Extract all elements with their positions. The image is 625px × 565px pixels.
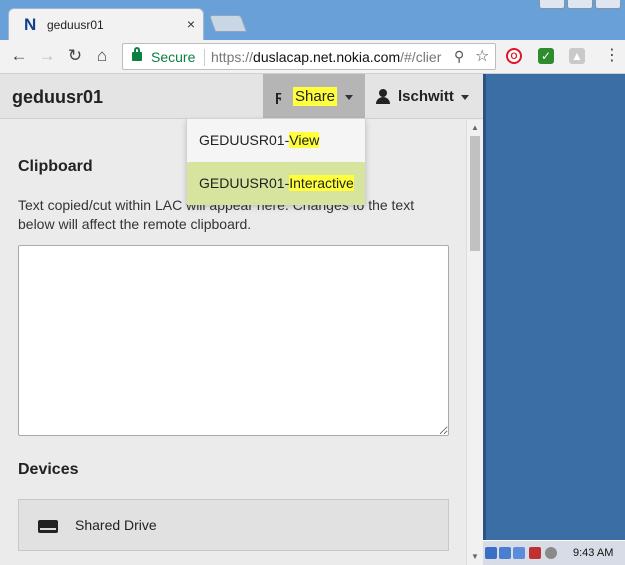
window-controls xyxy=(537,0,621,9)
devices-title: Devices xyxy=(18,461,79,478)
new-tab-button[interactable] xyxy=(208,15,248,32)
network-error-icon[interactable] xyxy=(529,547,541,559)
menu-item-view[interactable]: GEDUUSR01-View xyxy=(187,119,365,162)
address-bar[interactable]: Secure https://duslacap.net.nokia.com/#/… xyxy=(122,43,496,70)
bookmark-star-icon[interactable]: ☆ xyxy=(475,46,489,66)
maximize-button[interactable] xyxy=(567,0,593,9)
taskbar-clock[interactable]: 9:43 AM xyxy=(573,547,613,559)
opera-extension-icon[interactable]: O xyxy=(506,48,522,64)
minimize-button[interactable] xyxy=(539,0,565,9)
back-arrow-icon[interactable]: ← xyxy=(8,45,30,67)
chevron-down-icon xyxy=(461,95,469,100)
address-divider xyxy=(204,49,205,66)
drive-icon xyxy=(38,520,58,533)
system-tray: 9:43 AM xyxy=(483,540,625,565)
forward-arrow-icon[interactable]: → xyxy=(36,45,58,67)
user-label: lschwitt xyxy=(398,88,454,105)
scrollbar-thumb[interactable] xyxy=(470,136,480,251)
scroll-up-icon[interactable]: ▲ xyxy=(471,123,479,132)
secure-label: Secure xyxy=(151,49,196,65)
browser-titlebar: N geduusr01 × xyxy=(0,0,625,40)
menu-item-prefix: GEDUUSR01- xyxy=(199,175,290,191)
lock-icon xyxy=(132,47,142,61)
page-title: geduusr01 xyxy=(12,87,104,107)
browser-menu-icon[interactable]: ⋮ xyxy=(604,46,620,66)
clipboard-title: Clipboard xyxy=(18,158,93,175)
home-icon[interactable]: ⌂ xyxy=(91,45,113,67)
network-icon[interactable] xyxy=(513,547,525,559)
menu-item-prefix: GEDUUSR01- xyxy=(199,132,290,148)
device-label: Shared Drive xyxy=(75,517,157,533)
url-scheme: https:// xyxy=(211,49,254,65)
url-host: duslacap.net.nokia.com xyxy=(253,49,401,65)
clipboard-textarea[interactable] xyxy=(18,245,449,436)
close-window-button[interactable] xyxy=(595,0,621,9)
share-button[interactable]: ϝ Share xyxy=(263,74,365,119)
device-item-shared-drive[interactable]: Shared Drive xyxy=(18,499,449,551)
share-branch-icon: ϝ xyxy=(275,88,282,105)
volume-icon[interactable] xyxy=(545,547,557,559)
menu-item-suffix: View xyxy=(289,132,320,148)
scroll-down-icon[interactable]: ▼ xyxy=(471,552,479,561)
pdf-extension-icon[interactable]: ▲ xyxy=(569,48,585,64)
app-header: geduusr01 ϝ Share lschwitt xyxy=(0,74,483,119)
url-text[interactable]: https://duslacap.net.nokia.com/#/clier xyxy=(211,49,446,65)
nokia-favicon-icon: N xyxy=(24,15,37,34)
close-tab-icon[interactable]: × xyxy=(187,16,195,32)
user-icon xyxy=(376,89,390,104)
key-icon[interactable]: ⚲ xyxy=(454,48,464,65)
url-path: /#/clier xyxy=(400,49,442,65)
clipboard-extension-icon[interactable]: ✓ xyxy=(538,48,554,64)
browser-toolbar: ← → ↻ ⌂ Secure https://duslacap.net.noki… xyxy=(0,40,625,74)
chevron-down-icon xyxy=(345,95,353,100)
network-icon[interactable] xyxy=(499,547,511,559)
share-dropdown-menu: GEDUUSR01-View GEDUUSR01-Interactive xyxy=(186,118,366,205)
content-scrollbar[interactable]: ▲ ▼ xyxy=(466,120,483,565)
window-border xyxy=(483,74,486,565)
tray-app-icon[interactable] xyxy=(485,547,497,559)
share-label: Share xyxy=(293,87,338,106)
menu-item-suffix: Interactive xyxy=(289,175,354,191)
menu-item-interactive[interactable]: GEDUUSR01-Interactive xyxy=(187,162,365,205)
browser-tab[interactable]: N geduusr01 × xyxy=(8,8,204,40)
tab-title: geduusr01 xyxy=(47,18,104,32)
reload-icon[interactable]: ↻ xyxy=(64,45,86,67)
user-menu-button[interactable]: lschwitt xyxy=(366,74,483,119)
